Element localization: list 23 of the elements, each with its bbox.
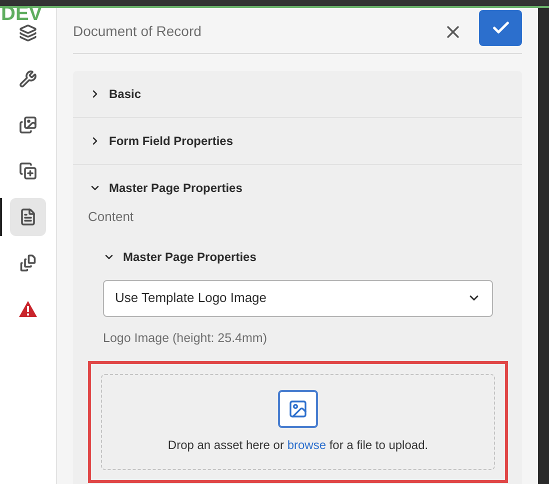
logo-image-label: Logo Image (height: 25.4mm) bbox=[103, 330, 268, 347]
section-header[interactable]: Master Page Properties bbox=[73, 165, 522, 211]
document-icon bbox=[19, 208, 37, 226]
confirm-button[interactable] bbox=[479, 10, 522, 46]
warning-icon bbox=[18, 300, 38, 318]
drop-zone[interactable]: Drop an asset here or browse for a file to upload. bbox=[101, 374, 495, 470]
browse-link[interactable]: browse bbox=[287, 438, 326, 452]
layers-icon bbox=[19, 24, 37, 42]
subsection-header[interactable]: Master Page Properties bbox=[103, 236, 493, 276]
sidebar-item[interactable] bbox=[10, 198, 46, 236]
wrench-icon bbox=[19, 70, 37, 88]
environment-label: DEV bbox=[1, 4, 42, 24]
drop-instruction: Drop an asset here or browse for a file to upload. bbox=[168, 437, 428, 454]
image-upload-button[interactable] bbox=[278, 390, 318, 428]
document-stack-icon bbox=[19, 254, 37, 272]
panel-title: Document of Record bbox=[73, 22, 202, 41]
content-label: Content bbox=[88, 208, 135, 226]
logo-dropdown[interactable]: Use Template Logo Image bbox=[103, 280, 493, 316]
images-icon bbox=[19, 116, 37, 134]
image-icon bbox=[288, 399, 308, 420]
section-header[interactable]: Basic bbox=[73, 71, 522, 117]
section-header[interactable]: Form Field Properties bbox=[73, 118, 522, 164]
copy-plus-icon bbox=[19, 162, 37, 180]
